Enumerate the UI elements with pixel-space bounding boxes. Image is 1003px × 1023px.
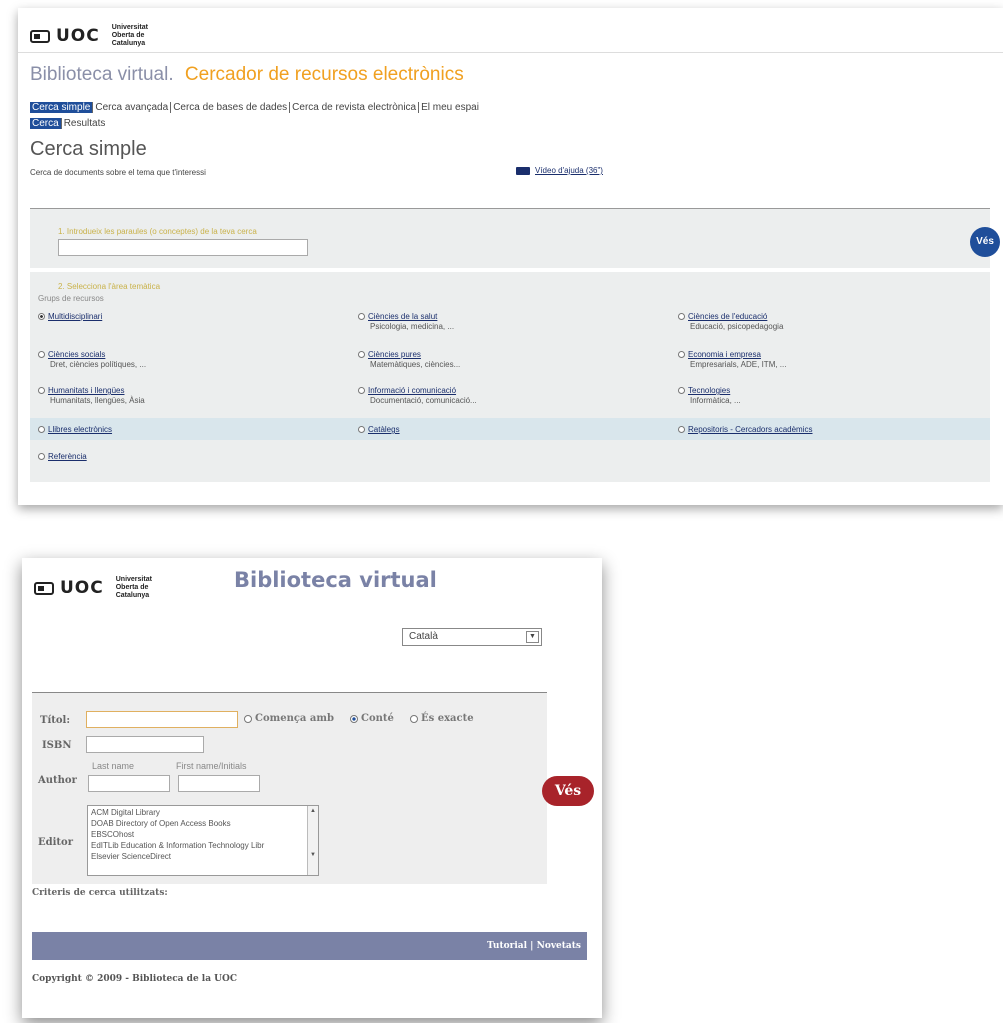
uoc-logo[interactable]: UOC Universitat Oberta de Catalunya: [30, 24, 172, 48]
step2-label: 2. Selecciona l'àrea temàtica: [58, 282, 161, 291]
section-heading: Cerca simple: [30, 138, 147, 160]
first-name-input[interactable]: [178, 775, 260, 792]
option-reference[interactable]: Referència: [38, 452, 87, 461]
tab-advanced-search[interactable]: Cerca avançada: [93, 102, 172, 113]
book-search-screenshot: UOC Universitat Oberta de Catalunya Bibl…: [22, 558, 602, 1018]
tab-journal-search[interactable]: Cerca de revista electrònica: [290, 102, 420, 113]
language-select[interactable]: Català ▼: [402, 628, 542, 646]
editor-listbox[interactable]: ACM Digital Library DOAB Directory of Op…: [87, 805, 319, 876]
help-video-link[interactable]: Vídeo d'ajuda (36"): [516, 166, 603, 175]
radio-icon[interactable]: [358, 426, 365, 434]
subtab-search[interactable]: Cerca: [30, 118, 62, 129]
uoc-logo-icon: [34, 581, 54, 595]
radio-icon[interactable]: [358, 351, 365, 359]
option-ebooks[interactable]: Llibres electrònics: [38, 425, 112, 434]
search-form: Títol: Comença amb Conté És exacte ISBN …: [32, 692, 547, 884]
tab-simple-search[interactable]: Cerca simple: [30, 102, 94, 113]
uoc-logo-text: UOC: [56, 26, 100, 46]
sub-tabs: Cerca Resultats: [30, 118, 107, 129]
list-item[interactable]: DOAB Directory of Open Access Books: [91, 818, 315, 829]
author-label: Author: [38, 775, 77, 786]
help-video-label: Vídeo d'ajuda (36"): [535, 166, 603, 175]
option-multidisciplinary[interactable]: Multidisciplinari: [38, 312, 102, 321]
radio-icon[interactable]: [350, 714, 358, 723]
chevron-down-icon[interactable]: ▼: [526, 631, 539, 643]
radio-icon[interactable]: [358, 313, 365, 321]
radio-icon[interactable]: [38, 387, 45, 395]
list-item[interactable]: EBSCOhost: [91, 829, 315, 840]
title-label: Títol:: [40, 715, 71, 726]
copyright: Copyright © 2009 - Biblioteca de la UOC: [32, 974, 238, 984]
title-input[interactable]: [86, 711, 238, 728]
resource-groups-label: Grups de recursos: [38, 294, 104, 303]
search-criteria-label: Criteris de cerca utilitzats:: [32, 888, 168, 898]
radio-icon[interactable]: [410, 714, 418, 723]
list-item[interactable]: ACM Digital Library: [91, 807, 315, 818]
editor-label: Editor: [38, 837, 73, 848]
go-button[interactable]: Vés: [970, 227, 1000, 257]
video-camera-icon: [516, 166, 530, 175]
isbn-input[interactable]: [86, 736, 204, 753]
scrollbar[interactable]: ▲ ▼: [307, 806, 318, 875]
section-description: Cerca de documents sobre el tema que t'i…: [30, 168, 206, 177]
highlight-row: [30, 418, 990, 440]
uoc-logo[interactable]: UOC Universitat Oberta de Catalunya: [34, 576, 176, 600]
news-link[interactable]: Novetats: [537, 941, 581, 951]
search-engine-subtitle: Cercador de recursos electrònics: [184, 64, 464, 85]
tab-database-search[interactable]: Cerca de bases de dades: [171, 102, 291, 113]
option-education-sciences[interactable]: Ciències de l'educació Educació, psicoped…: [678, 312, 783, 331]
language-value: Català: [409, 631, 438, 642]
option-repositories[interactable]: Repositoris - Cercadors acadèmics: [678, 425, 813, 434]
radio-icon[interactable]: [358, 387, 365, 395]
uoc-logo-text: UOC: [60, 578, 104, 598]
uoc-logo-subtitle: Universitat Oberta de Catalunya: [111, 24, 148, 47]
list-item[interactable]: EdITLib Education & Information Technolo…: [91, 840, 315, 851]
radio-icon[interactable]: [38, 453, 45, 461]
step1-label: 1. Introdueix les paraules (o conceptes)…: [58, 227, 257, 236]
radio-starts-with[interactable]: Comença amb: [244, 713, 334, 724]
radio-icon[interactable]: [38, 313, 45, 321]
uoc-header: UOC Universitat Oberta de Catalunya: [18, 8, 1003, 53]
footer-links: Tutorial | Novetats: [487, 941, 581, 951]
uoc-logo-icon: [30, 29, 50, 43]
option-information-communication[interactable]: Informació i comunicació Documentació, co…: [358, 386, 477, 405]
radio-icon[interactable]: [244, 714, 252, 723]
radio-exact[interactable]: És exacte: [410, 713, 474, 724]
radio-icon[interactable]: [38, 351, 45, 359]
keywords-section: 1. Introdueix les paraules (o conceptes)…: [30, 208, 1000, 268]
tutorial-link[interactable]: Tutorial: [487, 941, 527, 951]
page-title: Biblioteca virtual. Cercador de recursos…: [30, 64, 464, 86]
keywords-input[interactable]: [58, 239, 308, 256]
first-name-label: First name/Initials: [176, 761, 247, 771]
radio-contains[interactable]: Conté: [350, 713, 394, 724]
radio-icon[interactable]: [678, 313, 685, 321]
radio-icon[interactable]: [678, 351, 685, 359]
simple-search-screenshot: UOC Universitat Oberta de Catalunya Bibl…: [18, 8, 1003, 505]
option-economics[interactable]: Economia i empresa Empresarials, ADE, ITM…: [678, 350, 786, 369]
tab-my-space[interactable]: El meu espai: [419, 102, 481, 113]
radio-icon[interactable]: [38, 426, 45, 434]
option-health-sciences[interactable]: Ciències de la salut Psicologia, medicina…: [358, 312, 454, 331]
option-humanities[interactable]: Humanitats i llengües Humanitats, llengüe…: [38, 386, 145, 405]
subject-area-section: 2. Selecciona l'àrea temàtica Grups de r…: [30, 272, 990, 482]
list-item[interactable]: Elsevier ScienceDirect: [91, 851, 315, 862]
isbn-label: ISBN: [42, 740, 72, 751]
last-name-label: Last name: [92, 761, 135, 771]
footer-bar: Tutorial | Novetats: [32, 932, 587, 960]
option-technologies[interactable]: Tecnologies Informàtica, ...: [678, 386, 741, 405]
radio-icon[interactable]: [678, 426, 685, 434]
uoc-logo-subtitle: Universitat Oberta de Catalunya: [115, 576, 152, 599]
go-button[interactable]: Vés: [542, 776, 594, 806]
option-catalogs[interactable]: Catàlegs: [358, 425, 400, 434]
subtab-results[interactable]: Resultats: [62, 118, 108, 129]
option-pure-sciences[interactable]: Ciències pures Matemàtiques, ciències...: [358, 350, 460, 369]
library-title: Biblioteca virtual: [234, 568, 437, 592]
main-tabs: Cerca simple Cerca avançada Cerca de bases…: [30, 102, 481, 113]
last-name-input[interactable]: [88, 775, 170, 792]
option-social-sciences[interactable]: Ciències socials Dret, ciències polítique…: [38, 350, 146, 369]
library-title: Biblioteca virtual.: [30, 64, 174, 85]
radio-icon[interactable]: [678, 387, 685, 395]
